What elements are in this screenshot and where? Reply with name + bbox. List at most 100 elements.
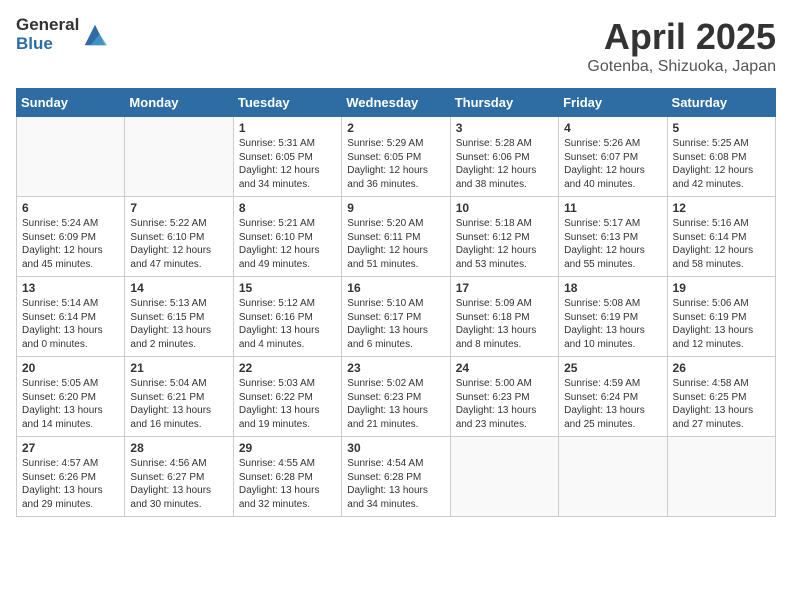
calendar-cell: 27 Sunrise: 4:57 AM Sunset: 6:26 PM Dayli… bbox=[17, 437, 125, 517]
header-thursday: Thursday bbox=[450, 89, 558, 117]
calendar-cell: 5Sunrise: 5:25 AM Sunset: 6:08 PM Daylig… bbox=[667, 117, 775, 197]
day-detail: Sunrise: 5:26 AM Sunset: 6:07 PM Dayligh… bbox=[564, 137, 661, 191]
day-detail: Sunrise: 5:12 AM Sunset: 6:16 PM Dayligh… bbox=[239, 297, 336, 351]
day-number: 29 bbox=[239, 441, 336, 455]
day-detail: Sunrise: 5:14 AM Sunset: 6:14 PM Dayligh… bbox=[22, 297, 119, 351]
calendar-cell: 1Sunrise: 5:31 AM Sunset: 6:05 PM Daylig… bbox=[233, 117, 341, 197]
day-number: 6 bbox=[22, 201, 119, 215]
day-number: 26 bbox=[673, 361, 770, 375]
day-detail: Sunrise: 5:05 AM Sunset: 6:20 PM Dayligh… bbox=[22, 377, 119, 431]
day-number: 20 bbox=[22, 361, 119, 375]
day-number: 13 bbox=[22, 281, 119, 295]
header-monday: Monday bbox=[125, 89, 233, 117]
day-detail: Sunrise: 4:54 AM Sunset: 6:28 PM Dayligh… bbox=[347, 457, 444, 511]
logo-blue: Blue bbox=[16, 35, 79, 54]
day-number: 30 bbox=[347, 441, 444, 455]
calendar-cell: 10Sunrise: 5:18 AM Sunset: 6:12 PM Dayli… bbox=[450, 197, 558, 277]
day-number: 4 bbox=[564, 121, 661, 135]
calendar-cell: 26 Sunrise: 4:58 AM Sunset: 6:25 PM Dayli… bbox=[667, 357, 775, 437]
calendar-week-2: 6 Sunrise: 5:24 AM Sunset: 6:09 PM Daylig… bbox=[17, 197, 776, 277]
calendar-header-row: SundayMondayTuesdayWednesdayThursdayFrid… bbox=[17, 89, 776, 117]
header-tuesday: Tuesday bbox=[233, 89, 341, 117]
day-detail: Sunrise: 5:24 AM Sunset: 6:09 PM Dayligh… bbox=[22, 217, 119, 271]
day-detail: Sunrise: 4:59 AM Sunset: 6:24 PM Dayligh… bbox=[564, 377, 661, 431]
day-detail: Sunrise: 4:56 AM Sunset: 6:27 PM Dayligh… bbox=[130, 457, 227, 511]
calendar-cell: 13 Sunrise: 5:14 AM Sunset: 6:14 PM Dayli… bbox=[17, 277, 125, 357]
day-number: 18 bbox=[564, 281, 661, 295]
calendar-cell: 6 Sunrise: 5:24 AM Sunset: 6:09 PM Daylig… bbox=[17, 197, 125, 277]
day-number: 16 bbox=[347, 281, 444, 295]
day-number: 12 bbox=[673, 201, 770, 215]
day-number: 2 bbox=[347, 121, 444, 135]
calendar-cell: 23 Sunrise: 5:02 AM Sunset: 6:23 PM Dayli… bbox=[342, 357, 450, 437]
day-number: 15 bbox=[239, 281, 336, 295]
calendar-cell bbox=[125, 117, 233, 197]
calendar-cell: 9 Sunrise: 5:20 AM Sunset: 6:11 PM Daylig… bbox=[342, 197, 450, 277]
day-detail: Sunrise: 5:31 AM Sunset: 6:05 PM Dayligh… bbox=[239, 137, 336, 191]
calendar-cell: 22 Sunrise: 5:03 AM Sunset: 6:22 PM Dayli… bbox=[233, 357, 341, 437]
calendar-cell: 12 Sunrise: 5:16 AM Sunset: 6:14 PM Dayli… bbox=[667, 197, 775, 277]
calendar-cell bbox=[17, 117, 125, 197]
calendar-subtitle: Gotenba, Shizuoka, Japan bbox=[587, 58, 776, 76]
calendar-week-5: 27 Sunrise: 4:57 AM Sunset: 6:26 PM Dayli… bbox=[17, 437, 776, 517]
day-number: 5 bbox=[673, 121, 770, 135]
day-detail: Sunrise: 5:21 AM Sunset: 6:10 PM Dayligh… bbox=[239, 217, 336, 271]
calendar-cell: 21 Sunrise: 5:04 AM Sunset: 6:21 PM Dayli… bbox=[125, 357, 233, 437]
calendar-cell: 7 Sunrise: 5:22 AM Sunset: 6:10 PM Daylig… bbox=[125, 197, 233, 277]
calendar-week-1: 1Sunrise: 5:31 AM Sunset: 6:05 PM Daylig… bbox=[17, 117, 776, 197]
calendar-cell: 11Sunrise: 5:17 AM Sunset: 6:13 PM Dayli… bbox=[559, 197, 667, 277]
calendar-cell: 20 Sunrise: 5:05 AM Sunset: 6:20 PM Dayli… bbox=[17, 357, 125, 437]
calendar-cell: 19 Sunrise: 5:06 AM Sunset: 6:19 PM Dayli… bbox=[667, 277, 775, 357]
day-detail: Sunrise: 5:17 AM Sunset: 6:13 PM Dayligh… bbox=[564, 217, 661, 271]
calendar-week-4: 20 Sunrise: 5:05 AM Sunset: 6:20 PM Dayli… bbox=[17, 357, 776, 437]
day-number: 8 bbox=[239, 201, 336, 215]
day-number: 28 bbox=[130, 441, 227, 455]
day-detail: Sunrise: 5:28 AM Sunset: 6:06 PM Dayligh… bbox=[456, 137, 553, 191]
header-saturday: Saturday bbox=[667, 89, 775, 117]
day-detail: Sunrise: 5:13 AM Sunset: 6:15 PM Dayligh… bbox=[130, 297, 227, 351]
day-detail: Sunrise: 5:06 AM Sunset: 6:19 PM Dayligh… bbox=[673, 297, 770, 351]
day-detail: Sunrise: 5:03 AM Sunset: 6:22 PM Dayligh… bbox=[239, 377, 336, 431]
calendar-title: April 2025 bbox=[587, 16, 776, 58]
logo: General Blue bbox=[16, 16, 109, 53]
day-detail: Sunrise: 4:55 AM Sunset: 6:28 PM Dayligh… bbox=[239, 457, 336, 511]
header-sunday: Sunday bbox=[17, 89, 125, 117]
calendar-cell: 24Sunrise: 5:00 AM Sunset: 6:23 PM Dayli… bbox=[450, 357, 558, 437]
day-number: 9 bbox=[347, 201, 444, 215]
day-number: 23 bbox=[347, 361, 444, 375]
day-number: 22 bbox=[239, 361, 336, 375]
calendar-cell: 28 Sunrise: 4:56 AM Sunset: 6:27 PM Dayli… bbox=[125, 437, 233, 517]
day-detail: Sunrise: 5:08 AM Sunset: 6:19 PM Dayligh… bbox=[564, 297, 661, 351]
day-number: 19 bbox=[673, 281, 770, 295]
day-detail: Sunrise: 5:02 AM Sunset: 6:23 PM Dayligh… bbox=[347, 377, 444, 431]
day-number: 24 bbox=[456, 361, 553, 375]
calendar-cell bbox=[559, 437, 667, 517]
day-number: 21 bbox=[130, 361, 227, 375]
day-detail: Sunrise: 5:16 AM Sunset: 6:14 PM Dayligh… bbox=[673, 217, 770, 271]
header-wednesday: Wednesday bbox=[342, 89, 450, 117]
calendar-cell: 18 Sunrise: 5:08 AM Sunset: 6:19 PM Dayli… bbox=[559, 277, 667, 357]
day-detail: Sunrise: 5:22 AM Sunset: 6:10 PM Dayligh… bbox=[130, 217, 227, 271]
day-detail: Sunrise: 5:10 AM Sunset: 6:17 PM Dayligh… bbox=[347, 297, 444, 351]
day-number: 10 bbox=[456, 201, 553, 215]
logo-general: General bbox=[16, 16, 79, 35]
day-number: 7 bbox=[130, 201, 227, 215]
calendar-cell: 29 Sunrise: 4:55 AM Sunset: 6:28 PM Dayli… bbox=[233, 437, 341, 517]
calendar-cell: 8 Sunrise: 5:21 AM Sunset: 6:10 PM Daylig… bbox=[233, 197, 341, 277]
calendar-cell: 30 Sunrise: 4:54 AM Sunset: 6:28 PM Dayli… bbox=[342, 437, 450, 517]
calendar-cell: 16 Sunrise: 5:10 AM Sunset: 6:17 PM Dayli… bbox=[342, 277, 450, 357]
logo-icon bbox=[81, 21, 109, 49]
day-number: 27 bbox=[22, 441, 119, 455]
header: General Blue April 2025 Gotenba, Shizuok… bbox=[16, 16, 776, 76]
day-detail: Sunrise: 5:20 AM Sunset: 6:11 PM Dayligh… bbox=[347, 217, 444, 271]
day-detail: Sunrise: 5:09 AM Sunset: 6:18 PM Dayligh… bbox=[456, 297, 553, 351]
day-number: 14 bbox=[130, 281, 227, 295]
day-detail: Sunrise: 5:04 AM Sunset: 6:21 PM Dayligh… bbox=[130, 377, 227, 431]
title-section: April 2025 Gotenba, Shizuoka, Japan bbox=[587, 16, 776, 76]
calendar-table: SundayMondayTuesdayWednesdayThursdayFrid… bbox=[16, 88, 776, 517]
day-detail: Sunrise: 4:58 AM Sunset: 6:25 PM Dayligh… bbox=[673, 377, 770, 431]
day-detail: Sunrise: 4:57 AM Sunset: 6:26 PM Dayligh… bbox=[22, 457, 119, 511]
calendar-cell bbox=[667, 437, 775, 517]
calendar-week-3: 13 Sunrise: 5:14 AM Sunset: 6:14 PM Dayli… bbox=[17, 277, 776, 357]
calendar-cell: 25Sunrise: 4:59 AM Sunset: 6:24 PM Dayli… bbox=[559, 357, 667, 437]
